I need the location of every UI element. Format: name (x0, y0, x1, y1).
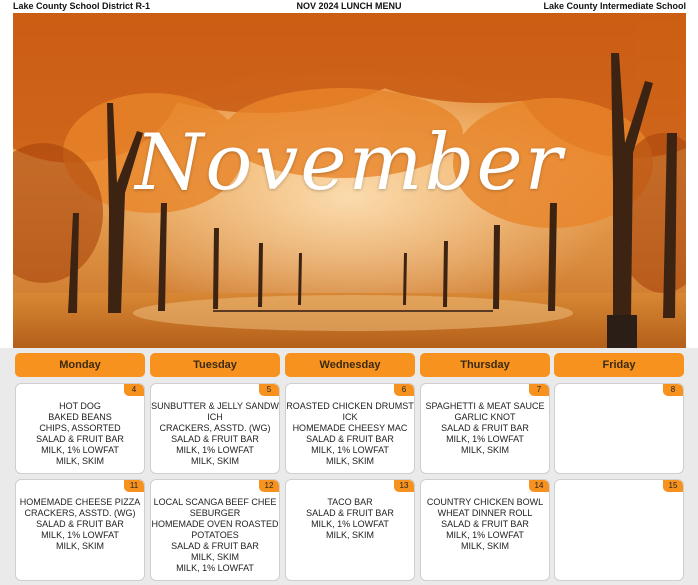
menu-item: SPAGHETTI & MEAT SAUCE (425, 401, 545, 411)
menu-item: SALAD & FRUIT BAR (36, 434, 124, 444)
menu-item: MILK, 1% LOWFAT (311, 519, 389, 529)
menu-item: MILK, SKIM (460, 445, 509, 455)
menu-items: LOCAL SCANGA BEEF CHEESEBURGER HOMEMADE O… (151, 497, 279, 574)
menu-item: SALAD & FRUIT BAR (36, 519, 124, 529)
menu-item: MILK, SKIM (190, 552, 239, 562)
calendar-day-cell: 11 HOMEMADE CHEESE PIZZA CRACKERS, ASSTD. … (15, 479, 145, 581)
menu-item: HOMEMADE CHEESY MAC (292, 423, 408, 433)
menu-items: HOMEMADE CHEESE PIZZA CRACKERS, ASSTD. (W… (16, 497, 144, 552)
november-banner-image: November (13, 13, 686, 348)
banner-title: November (135, 118, 564, 208)
menu-item: MILK, 1% LOWFAT (446, 434, 524, 444)
menu-item: BAKED BEANS (48, 412, 112, 422)
calendar-day-cell: 15 (554, 479, 684, 581)
menu-item: SALAD & FRUIT BAR (171, 541, 259, 551)
menu-item: MILK, SKIM (325, 456, 374, 466)
menu-items: ROASTED CHICKEN DRUMSTICK HOMEMADE CHEESY… (286, 401, 414, 467)
menu-item: MILK, 1% LOWFAT (176, 445, 254, 455)
date-badge: 7 (529, 384, 549, 396)
date-badge: 6 (394, 384, 414, 396)
menu-item: SALAD & FRUIT BAR (171, 434, 259, 444)
date-badge: 4 (124, 384, 144, 396)
menu-item: MILK, SKIM (325, 530, 374, 540)
calendar-day-cell: 5 SUNBUTTER & JELLY SANDWICH CRACKERS, ASS… (150, 383, 280, 474)
date-badge: 13 (394, 480, 414, 492)
menu-item: MILK, SKIM (190, 456, 239, 466)
date-badge: 8 (663, 384, 683, 396)
menu-item: MILK, SKIM (55, 456, 104, 466)
menu-item: CRACKERS, ASSTD. (WG) (159, 423, 271, 433)
menu-items: SUNBUTTER & JELLY SANDWICH CRACKERS, ASST… (151, 401, 279, 467)
menu-items: TACO BAR SALAD & FRUIT BAR MILK, 1% LOWFAT… (286, 497, 414, 541)
date-badge: 11 (124, 480, 144, 492)
page-header: Lake County School District R-1 NOV 2024… (0, 0, 698, 13)
day-header-thursday: Thursday (420, 353, 550, 377)
menu-item: SALAD & FRUIT BAR (441, 423, 529, 433)
menu-item: MILK, 1% LOWFAT (446, 530, 524, 540)
date-badge: 14 (529, 480, 549, 492)
menu-item: ROASTED CHICKEN DRUMSTICK (286, 401, 414, 422)
calendar-day-cell: 6 ROASTED CHICKEN DRUMSTICK HOMEMADE CHEES… (285, 383, 415, 474)
menu-item: HOMEMADE CHEESE PIZZA (19, 497, 141, 507)
menu-item: CHIPS, ASSORTED (39, 423, 121, 433)
menu-item: COUNTRY CHICKEN BOWL (426, 497, 544, 507)
day-header-wednesday: Wednesday (285, 353, 415, 377)
day-header-monday: Monday (15, 353, 145, 377)
menu-item: MILK, SKIM (55, 541, 104, 551)
menu-item: HOT DOG (59, 401, 101, 411)
menu-item: SALAD & FRUIT BAR (306, 434, 394, 444)
menu-item: CRACKERS, ASSTD. (WG) (24, 508, 136, 518)
menu-item: MILK, 1% LOWFAT (176, 563, 254, 573)
menu-item: GARLIC KNOT (454, 412, 516, 422)
calendar-day-cell: 13 TACO BAR SALAD & FRUIT BAR MILK, 1% LOWF… (285, 479, 415, 581)
menu-item: MILK, 1% LOWFAT (311, 445, 389, 455)
menu-item: SALAD & FRUIT BAR (306, 508, 394, 518)
menu-items: HOT DOG BAKED BEANS CHIPS, ASSORTED SALAD &… (16, 401, 144, 467)
calendar-day-cell: 4 HOT DOG BAKED BEANS CHIPS, ASSORTED SALAD … (15, 383, 145, 474)
calendar-day-cell: 7 SPAGHETTI & MEAT SAUCE GARLIC KNOT SALAD … (420, 383, 550, 474)
calendar-day-cell: 8 (554, 383, 684, 474)
menu-item: LOCAL SCANGA BEEF CHEESEBURGER (153, 497, 277, 518)
school-name: Lake County Intermediate School (543, 1, 686, 11)
menu-item: TACO BAR (327, 497, 373, 507)
menu-item: MILK, SKIM (460, 541, 509, 551)
date-badge: 12 (259, 480, 279, 492)
day-header-friday: Friday (554, 353, 684, 377)
menu-item: MILK, 1% LOWFAT (41, 530, 119, 540)
menu-item: WHEAT DINNER ROLL (437, 508, 533, 518)
date-badge: 15 (663, 480, 683, 492)
calendar-day-cell: 12 LOCAL SCANGA BEEF CHEESEBURGER HOMEMADE… (150, 479, 280, 581)
calendar-day-cell: 14 COUNTRY CHICKEN BOWL WHEAT DINNER ROLL S… (420, 479, 550, 581)
day-header-tuesday: Tuesday (150, 353, 280, 377)
menu-item: SALAD & FRUIT BAR (441, 519, 529, 529)
menu-item: SUNBUTTER & JELLY SANDWICH (151, 401, 279, 422)
menu-items: COUNTRY CHICKEN BOWL WHEAT DINNER ROLL SAL… (421, 497, 549, 552)
menu-items: SPAGHETTI & MEAT SAUCE GARLIC KNOT SALAD &… (421, 401, 549, 456)
menu-item: HOMEMADE OVEN ROASTED POTATOES (151, 519, 279, 540)
date-badge: 5 (259, 384, 279, 396)
menu-item: MILK, 1% LOWFAT (41, 445, 119, 455)
